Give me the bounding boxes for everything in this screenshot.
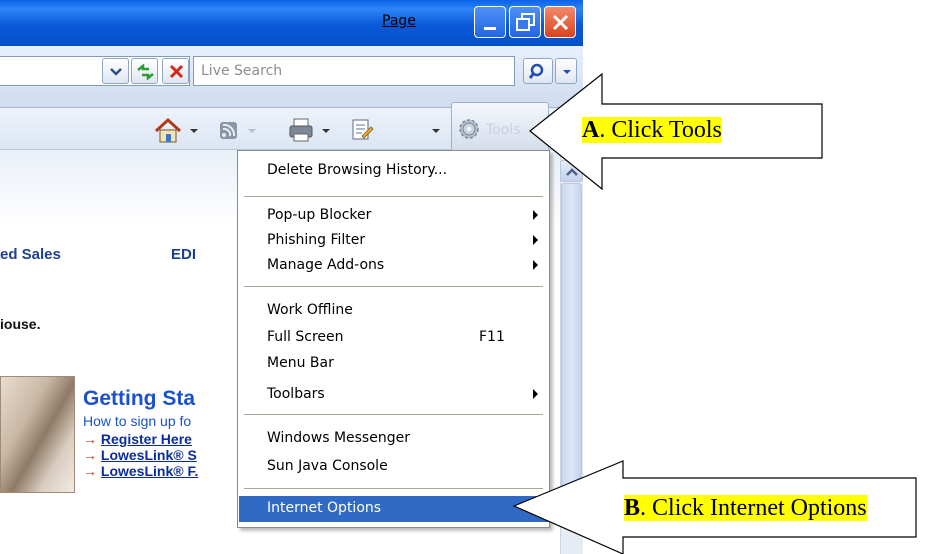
chevron-down-icon bbox=[248, 129, 256, 133]
scroll-up-button[interactable] bbox=[560, 160, 583, 182]
menu-separator bbox=[244, 414, 543, 415]
home-dropdown[interactable] bbox=[186, 108, 202, 150]
menu-item-sun-java-console[interactable]: Sun Java Console bbox=[239, 454, 548, 480]
chevron-down-icon bbox=[322, 129, 330, 133]
printer-icon bbox=[289, 118, 313, 142]
close-button[interactable] bbox=[544, 6, 576, 38]
register-link[interactable]: → Register Here bbox=[83, 431, 192, 447]
menu-item-label: Toolbars bbox=[267, 386, 325, 402]
minimize-icon bbox=[484, 27, 496, 30]
menu-item-label: Menu Bar bbox=[267, 355, 334, 371]
tools-gear bbox=[455, 108, 483, 150]
menu-item-label: Phishing Filter bbox=[267, 232, 366, 248]
close-icon bbox=[552, 14, 569, 31]
callout-b-text: B. Click Internet Options bbox=[624, 495, 867, 522]
gear-icon bbox=[459, 119, 479, 139]
address-dropdown-button[interactable] bbox=[102, 58, 129, 84]
refresh-button[interactable] bbox=[131, 58, 158, 84]
link-text[interactable]: LowesLink® F. bbox=[101, 463, 198, 479]
feeds-dropdown[interactable] bbox=[244, 108, 260, 150]
home-icon bbox=[154, 117, 182, 143]
home-button[interactable] bbox=[150, 108, 186, 150]
tools-menu: Delete Browsing History... Pop-up Blocke… bbox=[237, 150, 550, 528]
menu-item-work-offline[interactable]: Work Offline bbox=[239, 298, 548, 324]
arrow-right-icon: → bbox=[83, 431, 97, 447]
menu-item-label: Windows Messenger bbox=[267, 430, 410, 446]
menu-item-popup-blocker[interactable]: Pop-up Blocker bbox=[239, 203, 548, 229]
menu-item-full-screen[interactable]: Full Screen F11 bbox=[239, 325, 548, 351]
search-button[interactable] bbox=[523, 58, 553, 84]
menu-item-label: Internet Options bbox=[267, 500, 382, 516]
minimize-button[interactable] bbox=[474, 6, 506, 38]
page-icon bbox=[352, 119, 374, 140]
refresh-icon bbox=[137, 63, 154, 81]
search-icon bbox=[528, 63, 544, 79]
getting-started-subtitle: How to sign up fo bbox=[83, 413, 192, 429]
callout-b-label: . Click Internet Options bbox=[640, 495, 867, 521]
stop-icon bbox=[169, 64, 184, 79]
menu-item-label: Manage Add-ons bbox=[267, 257, 385, 273]
submenu-arrow-icon bbox=[533, 235, 538, 245]
link-text[interactable]: Register Here bbox=[101, 431, 192, 447]
menu-item-label: Work Offline bbox=[267, 302, 353, 318]
link-text[interactable]: LowesLink® S bbox=[101, 447, 197, 463]
title-bar bbox=[0, 0, 583, 46]
print-dropdown[interactable] bbox=[318, 108, 334, 150]
loweslink-link[interactable]: → LowesLink® S bbox=[83, 447, 197, 463]
menu-item-delete-history[interactable]: Delete Browsing History... bbox=[239, 158, 548, 184]
menu-item-shortcut: F11 bbox=[479, 329, 505, 345]
callout-a-label: . Click Tools bbox=[599, 117, 722, 143]
menu-separator bbox=[244, 196, 543, 197]
callout-a-text: A. Click Tools bbox=[582, 117, 722, 144]
stop-button[interactable] bbox=[162, 58, 189, 84]
menu-item-manage-addons[interactable]: Manage Add-ons bbox=[239, 253, 548, 279]
submenu-arrow-icon bbox=[533, 389, 538, 399]
menu-separator bbox=[244, 488, 543, 489]
feeds-button[interactable] bbox=[215, 108, 243, 150]
page-menu-label[interactable]: Page bbox=[382, 13, 416, 29]
search-box[interactable] bbox=[193, 56, 515, 86]
chevron-down-icon bbox=[110, 68, 122, 76]
arrow-right-icon: → bbox=[83, 447, 97, 463]
nav-link-edi[interactable]: EDI bbox=[171, 246, 196, 263]
nav-link-sales[interactable]: ed Sales bbox=[0, 246, 61, 263]
chevron-down-icon bbox=[190, 129, 198, 133]
print-button[interactable] bbox=[285, 108, 317, 150]
callout-a-letter: A bbox=[582, 117, 600, 143]
feed-icon bbox=[220, 122, 237, 139]
menu-item-label: Sun Java Console bbox=[267, 458, 388, 474]
menu-item-windows-messenger[interactable]: Windows Messenger bbox=[239, 426, 548, 452]
menu-item-phishing-filter[interactable]: Phishing Filter bbox=[239, 228, 548, 254]
page-icon-button[interactable] bbox=[347, 108, 377, 150]
chevron-down-icon bbox=[432, 129, 440, 133]
page-dropdown[interactable] bbox=[428, 108, 444, 150]
restore-icon bbox=[516, 13, 535, 31]
address-bar bbox=[0, 46, 583, 108]
restore-button[interactable] bbox=[509, 6, 541, 38]
scroll-thumb[interactable] bbox=[561, 183, 582, 523]
menu-separator bbox=[244, 286, 543, 287]
menu-item-label: Delete Browsing History... bbox=[267, 162, 448, 178]
chevron-down-icon bbox=[563, 70, 571, 74]
menu-item-label: Full Screen bbox=[267, 329, 344, 345]
submenu-arrow-icon bbox=[533, 210, 538, 220]
chevron-up-icon bbox=[566, 168, 578, 176]
menu-item-toolbars[interactable]: Toolbars bbox=[239, 382, 548, 408]
callout-a-highlight: A. Click Tools bbox=[582, 117, 722, 143]
arrow-right-icon: → bbox=[83, 463, 97, 479]
intro-text: iouse. bbox=[0, 316, 41, 332]
callout-b-letter: B bbox=[624, 495, 641, 521]
menu-item-label: Pop-up Blocker bbox=[267, 207, 372, 223]
loweslink-faq-link[interactable]: → LowesLink® F. bbox=[83, 463, 198, 479]
menu-item-internet-options[interactable]: Internet Options bbox=[239, 496, 548, 522]
submenu-arrow-icon bbox=[533, 260, 538, 270]
menu-item-menu-bar[interactable]: Menu Bar bbox=[239, 351, 548, 377]
getting-started-heading: Getting Sta bbox=[83, 387, 196, 410]
search-input[interactable] bbox=[194, 57, 514, 85]
tools-label: Tools bbox=[486, 122, 521, 138]
person-photo bbox=[0, 376, 75, 493]
callout-b-highlight: B. Click Internet Options bbox=[624, 495, 867, 521]
search-options-button[interactable] bbox=[555, 58, 577, 84]
